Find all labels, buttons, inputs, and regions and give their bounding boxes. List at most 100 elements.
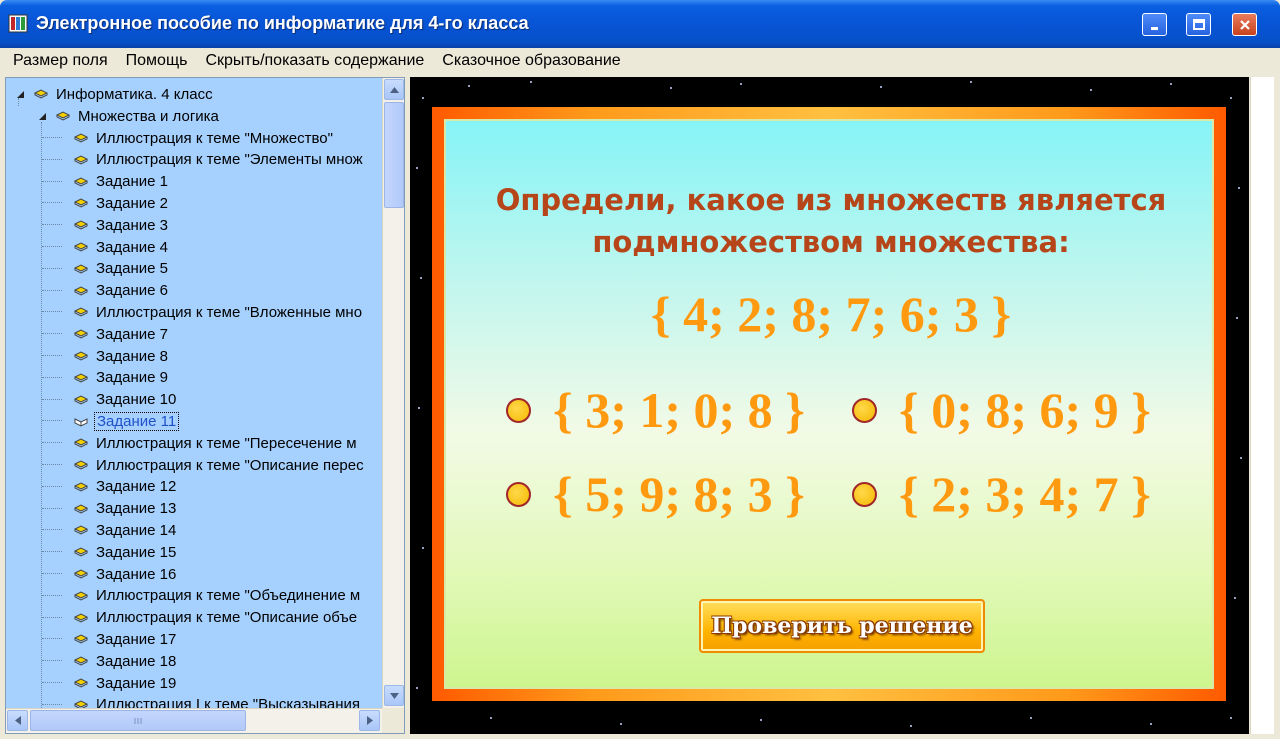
book-icon [74,307,88,317]
radio-button[interactable] [506,481,531,507]
content-scrollbar[interactable] [1250,77,1274,734]
tree-item[interactable]: Задание 6 [42,280,170,302]
scroll-thumb[interactable] [384,102,404,208]
book-icon [74,177,88,187]
book-icon [74,591,88,601]
tree-item[interactable]: Задание 9 [42,367,170,389]
grip-icon [134,717,142,724]
tree-item[interactable]: Иллюстрация к теме "Описание перес [42,454,366,476]
menu-toggle-contents[interactable]: Скрыть/показать содержание [196,52,433,70]
scroll-down-button[interactable] [384,685,404,706]
tree-item[interactable]: Задание 17 [42,628,178,650]
menu-help[interactable]: Помощь [117,52,197,70]
menu-fairy-education[interactable]: Сказочное образование [433,52,629,70]
tree-item[interactable]: Иллюстрация к теме "Вложенные мно [42,301,364,323]
task-card: Определи, какое из множеств является под… [444,119,1214,689]
tree-item-label: Задание 13 [96,500,177,518]
tree-item[interactable]: Задание 10 [42,389,178,411]
title-bar[interactable]: Электронное пособие по информатике для 4… [0,0,1280,48]
tree-item[interactable]: Иллюстрация к теме "Пересечение м [42,432,359,454]
arrow-down-icon [389,692,399,699]
app-book-icon [8,14,28,33]
tree-item-label: Задание 7 [96,325,169,343]
book-icon [74,525,88,535]
tree-item[interactable]: Задание 8 [42,345,170,367]
book-icon [74,395,88,405]
close-button[interactable] [1232,13,1257,36]
radio-button[interactable] [852,397,877,423]
tree-item[interactable]: Задание 1 [42,171,170,193]
maximize-button[interactable] [1186,13,1211,36]
book-icon [74,504,88,514]
window-title: Электронное пособие по информатике для 4… [36,13,529,33]
tree-item[interactable]: Задание 2 [42,192,170,214]
book-icon [74,155,88,165]
option-4[interactable]: { 2; 3; 4; 7 } [852,465,1151,523]
star-decoration [416,687,418,689]
book-icon [74,460,88,470]
tree-section[interactable]: Множества и логика [36,105,221,127]
radio-button[interactable] [852,481,877,507]
tree-item[interactable]: Задание 3 [42,214,170,236]
star-decoration [1170,83,1172,85]
tree-root[interactable]: Информатика. 4 класс [14,83,215,105]
tree-item[interactable]: Задание 4 [42,236,170,258]
book-icon [74,482,88,492]
option-3[interactable]: { 5; 9; 8; 3 } [506,465,805,523]
task-question-line2: подмножеством множества: [592,225,1070,259]
star-decoration [1230,717,1232,719]
tree-item[interactable]: Задание 14 [42,519,178,541]
check-solution-button[interactable]: Проверить решение [699,599,985,653]
tree-horizontal-scrollbar[interactable] [6,708,382,733]
contents-tree: Информатика. 4 класс Множества и логика … [6,78,382,708]
maximize-icon [1192,18,1205,30]
option-2[interactable]: { 0; 8; 6; 9 } [852,381,1151,439]
tree-vertical-scrollbar[interactable] [382,78,404,708]
tree-item[interactable]: Задание 16 [42,563,178,585]
tree-item[interactable]: Иллюстрация к теме "Элементы множ [42,149,365,171]
book-icon [74,329,88,339]
tree-root-label: Информатика. 4 класс [56,85,213,103]
tree-item[interactable]: Задание 18 [42,650,178,672]
book-icon [74,373,88,383]
scroll-right-button[interactable] [359,710,380,731]
book-icon [74,613,88,623]
tree-item-label: Иллюстрация к теме "Объединение м [96,587,361,605]
tree-item[interactable]: Задание 13 [42,498,178,520]
tree-item[interactable]: Задание 19 [42,672,178,694]
tree-item-label: Иллюстрация I к теме "Высказывания [96,696,361,708]
menu-field-size[interactable]: Размер поля [4,52,117,70]
contents-panel: Информатика. 4 класс Множества и логика … [5,77,405,734]
collapse-icon [39,113,46,120]
tree-item[interactable]: Иллюстрация к теме "Множество" [42,127,335,149]
open-book-icon [74,418,88,427]
minimize-button[interactable] [1142,13,1167,36]
task-frame: Определи, какое из множеств является под… [432,107,1226,701]
tree-item[interactable]: Задание 11 [42,410,180,432]
scrollbar-corner [382,708,404,733]
tree-item[interactable]: Задание 15 [42,541,178,563]
main-set: { 4; 2; 8; 7; 6; 3 } [650,286,1012,342]
star-decoration [468,85,470,87]
book-icon [34,89,48,99]
tree-item-label: Задание 18 [96,652,177,670]
tree-item[interactable]: Иллюстрация к теме "Описание объе [42,607,359,629]
tree-item[interactable]: Задание 7 [42,323,170,345]
scroll-up-button[interactable] [384,79,404,100]
tree-item-label: Задание 14 [96,521,177,539]
book-icon [74,678,88,688]
minimize-icon [1150,26,1158,30]
option-1[interactable]: { 3; 1; 0; 8 } [506,381,805,439]
tree-item[interactable]: Задание 12 [42,476,178,498]
tree-item[interactable]: Задание 5 [42,258,170,280]
tree-item-label: Иллюстрация к теме "Вложенные мно [96,303,363,321]
tree-item[interactable]: Иллюстрация к теме "Объединение м [42,585,362,607]
horizontal-scroll-thumb[interactable] [30,710,246,731]
star-decoration [530,81,532,83]
tree-item-label: Задание 11 [94,411,180,431]
radio-button[interactable] [506,397,531,423]
task-question: Определи, какое из множеств является под… [446,179,1216,263]
tree-item[interactable]: Иллюстрация I к теме "Высказывания [42,694,362,708]
scroll-left-button[interactable] [7,710,28,731]
star-decoration [1236,317,1238,319]
